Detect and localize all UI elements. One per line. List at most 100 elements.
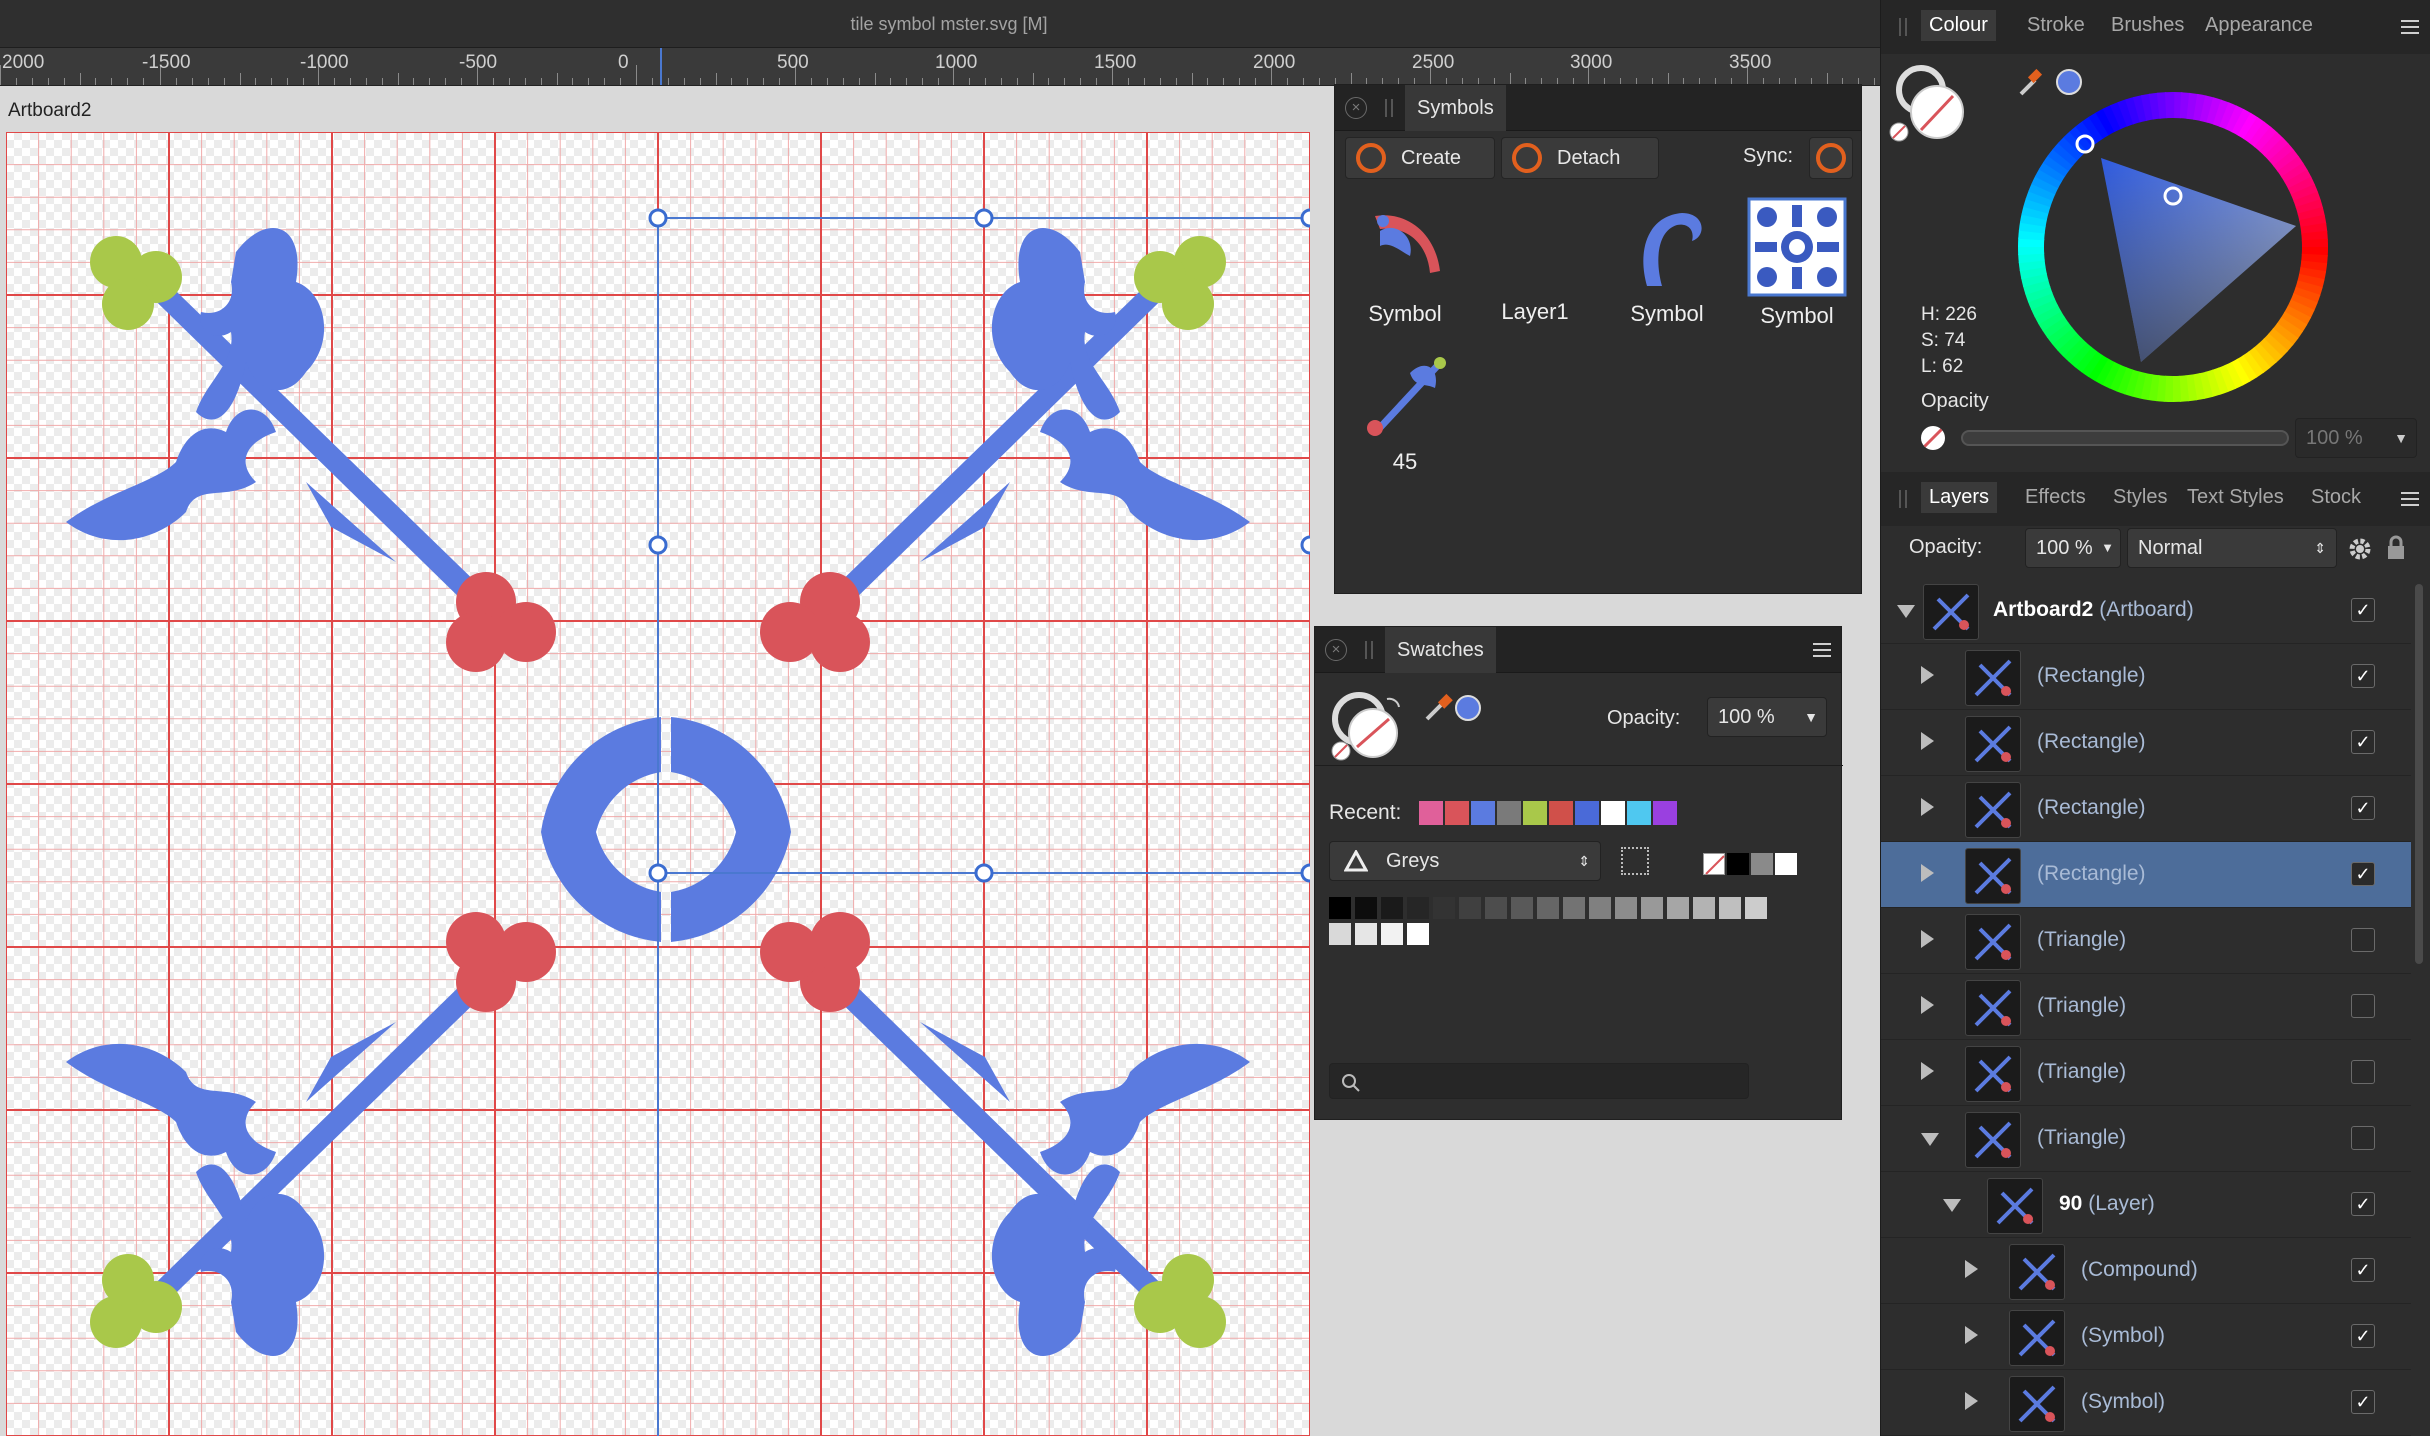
grey-swatch[interactable]	[1641, 897, 1663, 919]
white-swatch[interactable]	[1775, 853, 1797, 875]
tab-text-styles[interactable]: Text Styles	[2187, 486, 2284, 509]
tab-effects[interactable]: Effects	[2025, 486, 2086, 509]
tab-appearance[interactable]: Appearance	[2205, 14, 2313, 37]
swatch-search-input[interactable]	[1329, 1063, 1749, 1099]
expand-arrow-icon[interactable]	[1921, 864, 1934, 882]
grey-swatch[interactable]	[1459, 897, 1481, 919]
blend-mode-select[interactable]: Normal ⇕	[2127, 528, 2337, 568]
artboard-label[interactable]: Artboard2	[8, 100, 91, 122]
panel-menu-icon[interactable]	[2401, 492, 2419, 506]
sync-button[interactable]	[1809, 137, 1853, 179]
symbol-tile[interactable]: Layer1	[1475, 197, 1595, 337]
no-fill-icon[interactable]	[1921, 426, 1945, 450]
recent-swatch[interactable]	[1419, 801, 1443, 825]
grey-swatch[interactable]	[1355, 923, 1377, 945]
layer-visibility-checkbox[interactable]	[2351, 1060, 2375, 1084]
palette-selector[interactable]: Greys ⇕	[1329, 841, 1601, 881]
layer-visibility-checkbox[interactable]: ✓	[2351, 862, 2375, 886]
eyedropper-icon[interactable]	[2019, 68, 2043, 96]
recent-swatch[interactable]	[1601, 801, 1625, 825]
collapse-arrow-icon[interactable]	[1897, 605, 1915, 618]
center-quatrefoil[interactable]	[541, 717, 791, 942]
gear-icon[interactable]	[2347, 536, 2373, 562]
recent-swatch[interactable]	[1523, 801, 1547, 825]
fill-stroke-selector[interactable]	[1889, 65, 1964, 142]
grip-icon[interactable]	[1365, 641, 1373, 659]
grip-icon[interactable]	[1899, 18, 1907, 36]
none-swatch[interactable]	[1703, 853, 1725, 875]
grey-swatch[interactable]	[1355, 897, 1377, 919]
close-icon[interactable]: ×	[1325, 639, 1347, 661]
recent-swatch[interactable]	[1445, 801, 1469, 825]
grip-icon[interactable]	[1899, 490, 1907, 508]
expand-arrow-icon[interactable]	[1965, 1392, 1978, 1410]
grey-swatch[interactable]	[1329, 923, 1351, 945]
current-fill-swatch[interactable]	[1455, 695, 1481, 721]
colour-opacity-slider[interactable]	[1961, 430, 2289, 446]
horizontal-ruler[interactable]: 2000 -1500 -1000 -500 0 500 1000 1500 2000 2500 30…	[0, 48, 1880, 86]
grey-swatch[interactable]	[1615, 897, 1637, 919]
layer-row[interactable]: (Triangle)	[1881, 1106, 2411, 1172]
layer-visibility-checkbox[interactable]: ✓	[2351, 796, 2375, 820]
layers-scrollbar[interactable]	[2415, 584, 2423, 964]
recent-swatch[interactable]	[1627, 801, 1651, 825]
panel-menu-icon[interactable]	[1813, 643, 1831, 657]
grey-swatch[interactable]	[1407, 897, 1429, 919]
grip-icon[interactable]	[1385, 99, 1393, 117]
close-icon[interactable]: ×	[1345, 97, 1367, 119]
layer-row[interactable]: (Rectangle) ✓	[1881, 644, 2411, 710]
tab-swatches[interactable]: Swatches	[1385, 627, 1496, 673]
handle[interactable]	[1300, 535, 1310, 555]
handle[interactable]	[1300, 863, 1310, 883]
layer-row[interactable]: 90 (Layer) ✓	[1881, 1172, 2411, 1238]
layer-row[interactable]: (Triangle)	[1881, 974, 2411, 1040]
layer-row[interactable]: (Triangle)	[1881, 908, 2411, 974]
layer-row[interactable]: (Rectangle) ✓	[1881, 842, 2411, 908]
grey-swatch[interactable]	[1433, 897, 1455, 919]
handle[interactable]	[974, 863, 994, 883]
grey-swatch[interactable]	[1745, 897, 1767, 919]
layer-visibility-checkbox[interactable]: ✓	[2351, 598, 2375, 622]
tab-stock[interactable]: Stock	[2311, 486, 2361, 509]
layer-visibility-checkbox[interactable]: ✓	[2351, 664, 2375, 688]
symbol-tile[interactable]: Symbol	[1737, 197, 1857, 337]
layer-row[interactable]: (Rectangle) ✓	[1881, 776, 2411, 842]
expand-arrow-icon[interactable]	[1965, 1260, 1978, 1278]
layer-visibility-checkbox[interactable]: ✓	[2351, 1324, 2375, 1348]
detach-symbol-button[interactable]: Detach	[1501, 137, 1659, 179]
current-colour-swatch[interactable]	[2056, 69, 2082, 95]
add-swatch-icon[interactable]	[1621, 847, 1649, 875]
create-symbol-button[interactable]: Create	[1345, 137, 1495, 179]
handle[interactable]	[974, 208, 994, 228]
collapse-arrow-icon[interactable]	[1921, 1133, 1939, 1146]
colour-opacity-field[interactable]: 100 % ▼	[2295, 418, 2417, 458]
handle[interactable]	[648, 208, 668, 228]
artboard[interactable]	[6, 132, 1310, 1436]
recent-swatch[interactable]	[1471, 801, 1495, 825]
handle[interactable]	[648, 863, 668, 883]
tab-layers[interactable]: Layers	[1921, 482, 1998, 513]
grey-swatch[interactable]	[1381, 897, 1403, 919]
grey-swatch[interactable]	[1511, 897, 1533, 919]
recent-swatch[interactable]	[1575, 801, 1599, 825]
layer-visibility-checkbox[interactable]: ✓	[2351, 1192, 2375, 1216]
saturation-triangle[interactable]	[2101, 158, 2296, 362]
branch-bottom-right[interactable]	[760, 912, 1250, 1356]
artwork[interactable]	[6, 132, 1310, 1436]
grey-swatch[interactable]	[1719, 897, 1741, 919]
lock-icon[interactable]	[2385, 534, 2407, 562]
layer-visibility-checkbox[interactable]: ✓	[2351, 1258, 2375, 1282]
branch-bottom-left[interactable]	[66, 912, 556, 1356]
symbol-tile[interactable]: Symbol	[1607, 197, 1727, 337]
recent-swatch[interactable]	[1549, 801, 1573, 825]
symbol-tile[interactable]: Symbol	[1345, 197, 1465, 337]
layer-visibility-checkbox[interactable]: ✓	[2351, 1390, 2375, 1414]
layer-row-artboard[interactable]: Artboard2 (Artboard) ✓	[1881, 578, 2411, 644]
eyedropper-icon[interactable]	[1423, 693, 1453, 723]
expand-arrow-icon[interactable]	[1921, 930, 1934, 948]
grey-swatch[interactable]	[1751, 853, 1773, 875]
tab-stroke[interactable]: Stroke	[2027, 14, 2085, 37]
panel-menu-icon[interactable]	[2401, 20, 2419, 34]
layer-row[interactable]: (Symbol) ✓	[1881, 1370, 2411, 1436]
grey-swatch[interactable]	[1693, 897, 1715, 919]
